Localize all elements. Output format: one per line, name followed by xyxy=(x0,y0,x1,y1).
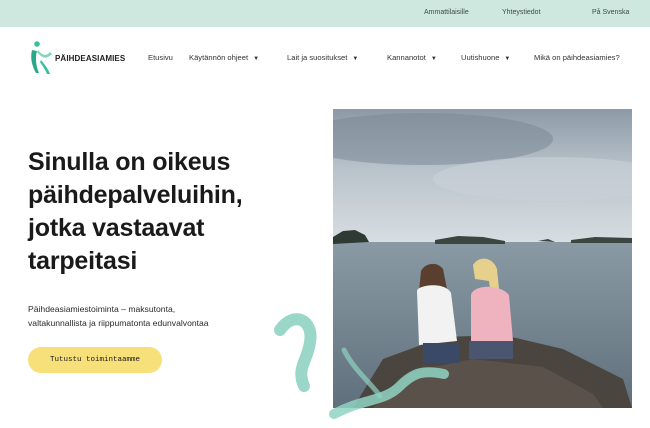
hero-title: Sinulla on oikeus päihdepalveluihin, jot… xyxy=(28,146,318,278)
cta-button[interactable]: Tutustu toimintaamme xyxy=(28,347,162,373)
hero-subtitle-line: valtakunnallista ja riippumatonta edunva… xyxy=(28,318,209,328)
topbar-link-contact[interactable]: Yhteystiedot xyxy=(502,9,541,16)
nav-label: Käytännön ohjeet xyxy=(189,53,249,62)
topbar-link-swedish[interactable]: På Svenska xyxy=(592,9,629,16)
topbar-link-professionals[interactable]: Ammattilaisille xyxy=(424,9,469,16)
nav-label: Lait ja suositukset xyxy=(287,53,348,62)
top-utility-bar: Ammattilaisille Yhteystiedot På Svenska xyxy=(0,0,650,27)
nav-item-etusivu[interactable]: Etusivu xyxy=(148,53,173,62)
hero-title-line: Sinulla on oikeus xyxy=(28,148,231,176)
chevron-down-icon: ▼ xyxy=(430,56,437,62)
nav-item-kaytannon-ohjeet[interactable]: Käytännön ohjeet ▼ xyxy=(189,53,259,62)
hero-title-line: päihdepalveluihin, xyxy=(28,181,243,209)
hero-title-line: tarpeitasi xyxy=(28,247,138,275)
nav-label: Etusivu xyxy=(148,53,173,62)
chevron-down-icon: ▼ xyxy=(253,56,260,62)
chevron-down-icon: ▼ xyxy=(352,56,359,62)
nav-label: Mikä on päihdeasiamies? xyxy=(534,53,620,62)
nav-label: Kannanotot xyxy=(387,53,426,62)
brush-stroke-decoration xyxy=(274,313,449,419)
figure-logo-icon xyxy=(31,41,52,74)
nav-item-mika-on-paihdeasiamies[interactable]: Mikä on päihdeasiamies? xyxy=(534,53,620,62)
logo-text: PÄIHDEASIAMIES xyxy=(55,54,126,63)
chevron-down-icon: ▼ xyxy=(504,56,511,62)
nav-item-lait-ja-suositukset[interactable]: Lait ja suositukset ▼ xyxy=(287,53,358,62)
hero-title-line: jotka vastaavat xyxy=(28,214,205,242)
nav-item-uutishuone[interactable]: Uutishuone ▼ xyxy=(461,53,510,62)
hero-subtitle-line: Päihdeasiamiestoiminta – maksutonta, xyxy=(28,304,176,314)
nav-item-kannanotot[interactable]: Kannanotot ▼ xyxy=(387,53,437,62)
site-logo[interactable]: PÄIHDEASIAMIES xyxy=(28,40,138,76)
nav-label: Uutishuone xyxy=(461,53,500,62)
